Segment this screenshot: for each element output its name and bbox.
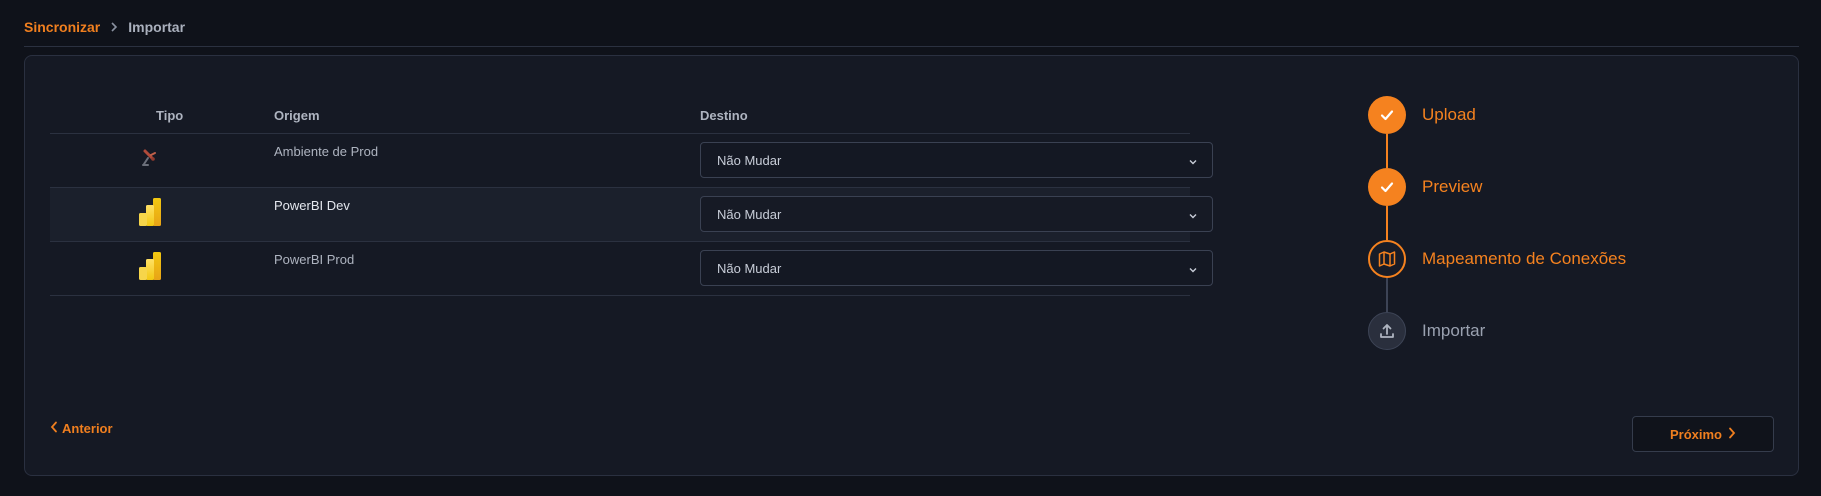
step-upload: Upload (1368, 96, 1476, 134)
map-icon (1368, 240, 1406, 278)
powerbi-icon (138, 250, 162, 282)
origem-cell: PowerBI Dev (274, 198, 350, 213)
table-header: Tipo Origem Destino (50, 101, 1190, 134)
step-preview: Preview (1368, 168, 1482, 206)
previous-button[interactable]: Anterior (50, 421, 113, 436)
column-header-origem: Origem (274, 108, 320, 123)
chevron-down-icon (1188, 155, 1198, 170)
destino-select[interactable]: Não Mudar (700, 142, 1213, 178)
satellite-dish-icon (138, 142, 162, 174)
upload-icon (1368, 312, 1406, 350)
destino-select[interactable]: Não Mudar (700, 196, 1213, 232)
step-label: Upload (1422, 105, 1476, 124)
header-divider (24, 46, 1799, 47)
check-icon (1368, 96, 1406, 134)
connections-table: Tipo Origem Destino Ambiente de Prod Não… (50, 101, 1213, 296)
destino-select-value: Não Mudar (717, 206, 782, 222)
breadcrumb: Sincronizar Importar (24, 19, 185, 35)
chevron-right-icon (1728, 427, 1736, 442)
check-icon (1368, 168, 1406, 206)
step-label: Importar (1422, 321, 1486, 340)
chevron-down-icon (1188, 263, 1198, 278)
step-connector (1386, 134, 1388, 168)
next-button-label: Próximo (1669, 426, 1722, 442)
step-mapeamento: Mapeamento de Conexões (1368, 240, 1626, 278)
column-header-tipo: Tipo (156, 108, 184, 123)
powerbi-icon (138, 196, 162, 228)
table-row: Ambiente de Prod Não Mudar (50, 134, 1213, 188)
breadcrumb-current: Importar (128, 19, 186, 35)
next-button[interactable]: Próximo (1632, 416, 1774, 452)
step-connector (1386, 206, 1388, 240)
origem-cell: PowerBI Prod (274, 252, 355, 267)
chevron-right-icon (110, 22, 118, 32)
previous-button-label: Anterior (62, 421, 113, 436)
origem-cell: Ambiente de Prod (274, 144, 379, 159)
table-row: PowerBI Prod Não Mudar (50, 242, 1213, 296)
step-label: Preview (1422, 177, 1483, 196)
chevron-down-icon (1188, 209, 1198, 224)
step-label: Mapeamento de Conexões (1422, 249, 1627, 268)
destino-select-value: Não Mudar (717, 152, 782, 168)
destino-select[interactable]: Não Mudar (700, 250, 1213, 286)
step-importar: Importar (1368, 312, 1485, 350)
column-header-destino: Destino (700, 108, 748, 123)
step-connector (1386, 278, 1388, 312)
import-card: Tipo Origem Destino Ambiente de Prod Não… (24, 55, 1799, 476)
destino-select-value: Não Mudar (717, 260, 782, 276)
breadcrumb-sincronizar-link[interactable]: Sincronizar (24, 19, 100, 35)
chevron-left-icon (50, 421, 58, 436)
table-row: PowerBI Dev Não Mudar (50, 188, 1213, 242)
